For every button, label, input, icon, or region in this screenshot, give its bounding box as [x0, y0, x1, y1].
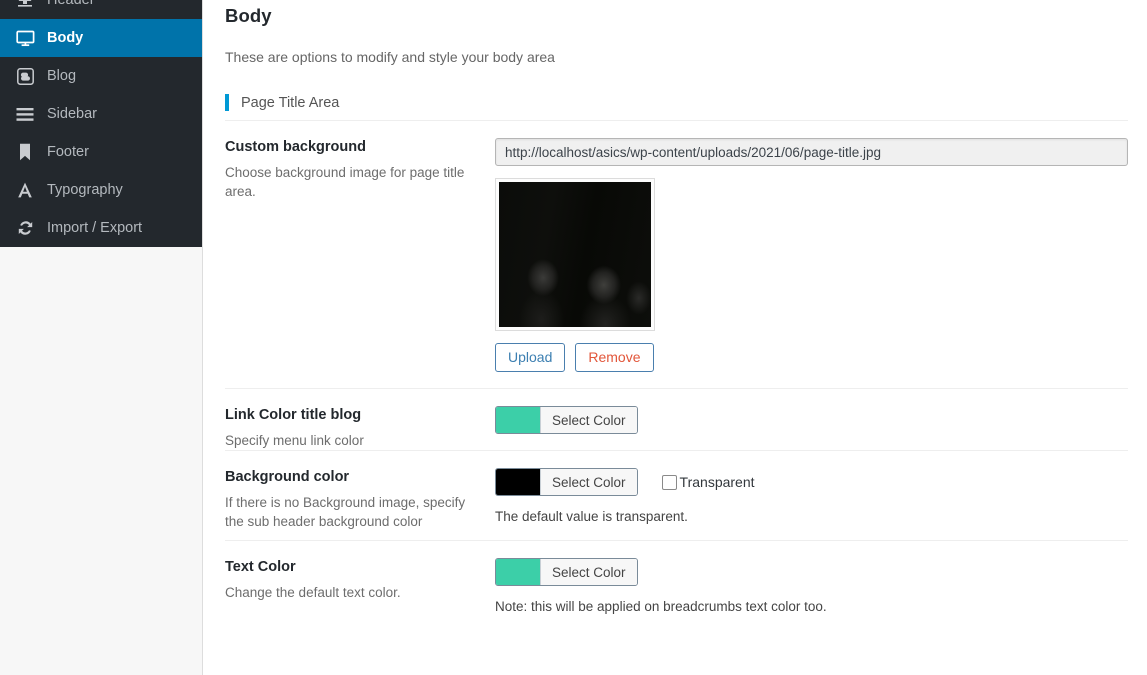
- sidebar-item-label: Import / Export: [47, 220, 143, 236]
- transparent-checkbox[interactable]: [661, 474, 677, 490]
- text-color-picker[interactable]: Select Color: [495, 558, 638, 586]
- field-hint: Specify menu link color: [225, 432, 364, 448]
- link-color-picker[interactable]: Select Color: [495, 406, 638, 434]
- field-label-group: Text Color Change the default text color…: [225, 558, 495, 630]
- field-control-group: Select Color: [495, 406, 1128, 450]
- background-color-note: The default value is transparent.: [495, 509, 688, 524]
- section-accent-bar: [225, 94, 229, 111]
- upload-button[interactable]: Upload: [495, 343, 566, 372]
- color-swatch: [496, 469, 540, 495]
- header-icon: [14, 0, 36, 10]
- page-title: Body: [225, 5, 272, 26]
- sync-refresh-icon: [14, 218, 36, 238]
- sidebar-item-footer[interactable]: Footer: [0, 133, 202, 171]
- select-color-label: Select Color: [540, 559, 637, 585]
- field-control-group: Upload Remove: [495, 138, 1128, 388]
- sidebar-nav: Header Body Blog Sidebar Footer Typograp…: [0, 0, 203, 675]
- field-label-group: Background color If there is no Backgrou…: [225, 468, 495, 540]
- section-header-page-title-area: Page Title Area: [225, 94, 1128, 121]
- background-color-picker[interactable]: Select Color: [495, 468, 638, 496]
- letter-a-icon: [14, 180, 36, 200]
- color-swatch: [496, 559, 540, 585]
- section-title: Page Title Area: [241, 94, 340, 111]
- sidebar-item-import-export[interactable]: Import / Export: [0, 209, 202, 247]
- field-row-link-color: Link Color title blog Specify menu link …: [225, 389, 1128, 451]
- sidebar-item-label: Footer: [47, 144, 89, 160]
- field-control-group: Select Color Note: this will be applied …: [495, 558, 1128, 630]
- background-image-url-input[interactable]: [495, 138, 1128, 166]
- background-image-preview: [499, 182, 651, 327]
- image-action-buttons: Upload Remove: [495, 343, 1128, 372]
- sidebar-item-typography[interactable]: Typography: [0, 171, 202, 209]
- field-hint: Change the default text color.: [225, 584, 401, 600]
- field-hint: Choose background image for page title a…: [225, 164, 465, 199]
- sidebar-item-label: Header: [47, 0, 95, 8]
- remove-button[interactable]: Remove: [575, 343, 654, 372]
- field-label: Background color: [225, 469, 350, 485]
- bookmark-icon: [14, 142, 36, 162]
- sidebar-item-label: Typography: [47, 182, 123, 198]
- background-color-controls: Select Color Transparent: [495, 468, 1128, 496]
- field-row-text-color: Text Color Change the default text color…: [225, 541, 1128, 630]
- sidebar-item-body[interactable]: Body: [0, 19, 202, 57]
- field-label: Text Color: [225, 559, 296, 575]
- field-row-custom-background: Custom background Choose background imag…: [225, 121, 1128, 389]
- field-label-group: Link Color title blog Specify menu link …: [225, 406, 495, 450]
- field-label-group: Custom background Choose background imag…: [225, 138, 495, 388]
- field-control-group: Select Color Transparent The default val…: [495, 468, 1128, 540]
- sidebar-item-label: Body: [47, 30, 84, 46]
- sidebar-item-label: Sidebar: [47, 106, 97, 122]
- sidebar-item-sidebar[interactable]: Sidebar: [0, 95, 202, 133]
- color-swatch: [496, 407, 540, 433]
- field-hint: If there is no Background image, specify…: [225, 494, 466, 529]
- select-color-label: Select Color: [540, 407, 637, 433]
- transparent-checkbox-wrap[interactable]: Transparent: [661, 474, 755, 490]
- field-label: Custom background: [225, 139, 366, 155]
- blogger-b-icon: [14, 66, 36, 86]
- hamburger-lines-icon: [14, 104, 36, 124]
- sidebar-menu: Header Body Blog Sidebar Footer Typograp…: [0, 0, 202, 247]
- transparent-label: Transparent: [679, 474, 755, 490]
- field-label: Link Color title blog: [225, 407, 362, 423]
- sidebar-item-header[interactable]: Header: [0, 0, 202, 19]
- background-image-preview-frame: [495, 178, 655, 331]
- text-color-note: Note: this will be applied on breadcrumb…: [495, 599, 827, 614]
- page-description: These are options to modify and style yo…: [225, 49, 555, 65]
- sidebar-item-blog[interactable]: Blog: [0, 57, 202, 95]
- sidebar-item-label: Blog: [47, 68, 77, 84]
- field-row-background-color: Background color If there is no Backgrou…: [225, 451, 1128, 541]
- main-content: Body These are options to modify and sty…: [203, 0, 1147, 675]
- monitor-icon: [14, 28, 36, 48]
- select-color-label: Select Color: [540, 469, 637, 495]
- admin-options-page: Header Body Blog Sidebar Footer Typograp…: [0, 0, 1147, 675]
